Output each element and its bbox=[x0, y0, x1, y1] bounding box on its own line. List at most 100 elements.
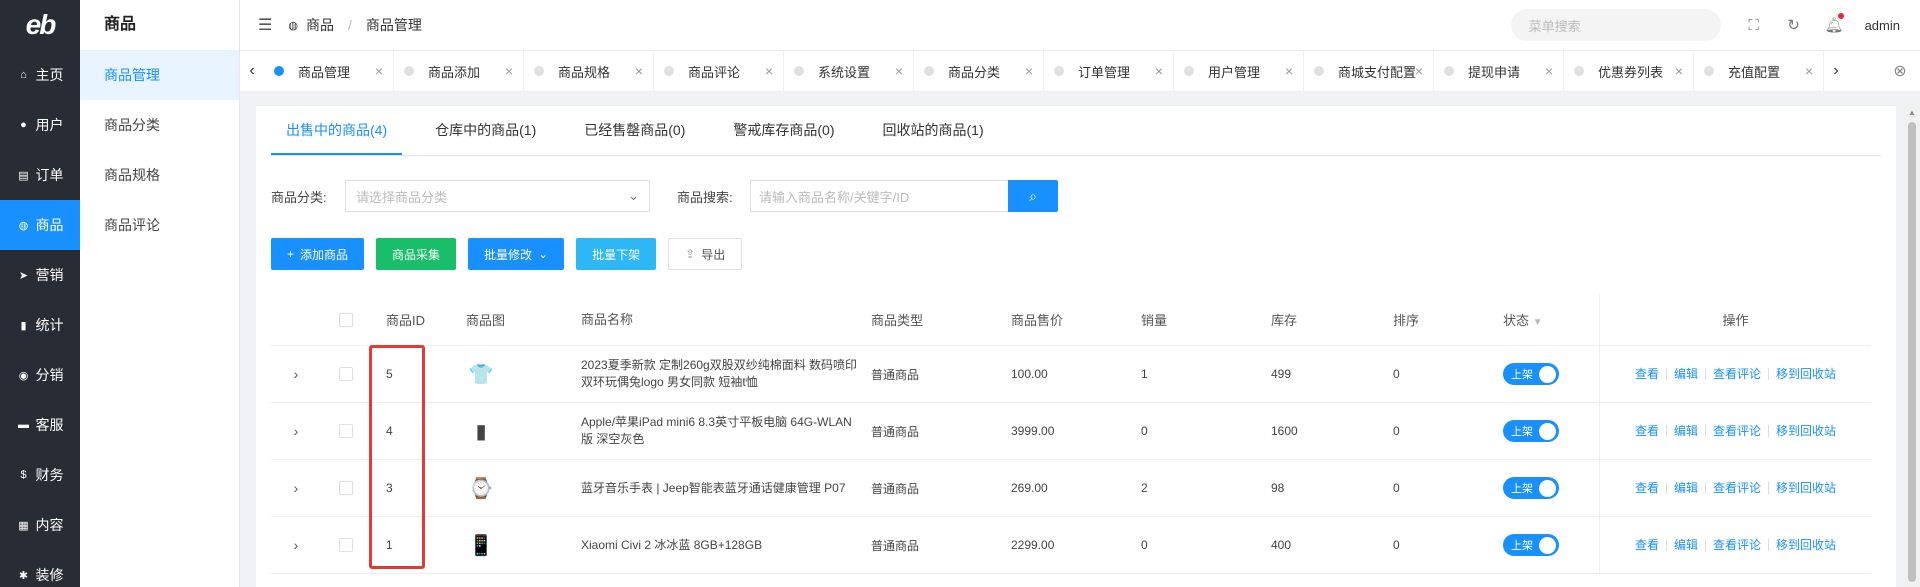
page-tab[interactable]: 用户管理 × bbox=[1174, 51, 1304, 91]
row-checkbox[interactable] bbox=[339, 367, 353, 381]
op-link[interactable]: 查看 bbox=[1628, 425, 1667, 437]
op-link[interactable]: 编辑 bbox=[1667, 425, 1706, 437]
sidebar-item-10[interactable]: ✱ 装修 bbox=[0, 550, 80, 587]
close-icon[interactable]: × bbox=[895, 63, 903, 79]
sidebar-item-0[interactable]: ⌂ 主页 bbox=[0, 50, 80, 100]
op-link[interactable]: 编辑 bbox=[1667, 539, 1706, 551]
row-checkbox[interactable] bbox=[339, 481, 353, 495]
product-thumbnail[interactable]: 📱 bbox=[466, 530, 496, 560]
op-link[interactable]: 移到回收站 bbox=[1769, 482, 1843, 494]
batch-edit-button[interactable]: 批量修改 ⌄ bbox=[468, 238, 565, 270]
product-search-input[interactable]: 请输入商品名称/关键字/ID bbox=[750, 180, 1008, 212]
close-icon[interactable]: × bbox=[1025, 63, 1033, 79]
sidebar-item-5[interactable]: ▮ 统计 bbox=[0, 300, 80, 350]
subnav-item-product-category[interactable]: 商品分类 bbox=[80, 100, 239, 150]
sidebar-item-7[interactable]: ▬ 客服 bbox=[0, 400, 80, 450]
search-button[interactable]: ⌕ bbox=[1008, 180, 1058, 212]
product-thumbnail[interactable]: ⌚ bbox=[466, 473, 496, 503]
close-all-tabs-icon[interactable]: ⊗ bbox=[1880, 51, 1920, 91]
expand-icon[interactable]: › bbox=[271, 537, 321, 553]
scroll-up-icon[interactable]: ▲ bbox=[1908, 108, 1916, 117]
sidebar-item-3[interactable]: ◍ 商品 bbox=[0, 200, 80, 250]
page-tab[interactable]: 商品规格 × bbox=[524, 51, 654, 91]
filter-icon[interactable]: ▼ bbox=[1533, 317, 1543, 328]
sidebar-item-8[interactable]: $ 财务 bbox=[0, 450, 80, 500]
fullscreen-icon[interactable]: ⛶ bbox=[1745, 17, 1763, 34]
status-toggle[interactable]: 上架 bbox=[1503, 477, 1559, 499]
op-link[interactable]: 移到回收站 bbox=[1769, 425, 1843, 437]
page-tab[interactable]: 商品评论 × bbox=[654, 51, 784, 91]
add-product-button[interactable]: + 添加商品 bbox=[271, 238, 365, 270]
sidebar-item-4[interactable]: ➤ 营销 bbox=[0, 250, 80, 300]
page-tab[interactable]: 商城支付配置 × bbox=[1304, 51, 1434, 91]
product-thumbnail[interactable]: ▮ bbox=[466, 416, 496, 446]
page-scrollbar[interactable]: ▲ bbox=[1904, 106, 1920, 587]
tabs-prev-icon[interactable]: ‹ bbox=[240, 62, 264, 80]
sidebar-item-9[interactable]: ▦ 内容 bbox=[0, 500, 80, 550]
tab-low-stock[interactable]: 警戒库存商品(0) bbox=[718, 119, 849, 155]
row-checkbox[interactable] bbox=[339, 424, 353, 438]
close-icon[interactable]: × bbox=[1285, 63, 1293, 79]
bell-icon[interactable]: 🔔︎ bbox=[1825, 13, 1844, 34]
export-button[interactable]: ⇪ 导出 bbox=[668, 238, 743, 270]
page-tab[interactable]: 商品管理 × bbox=[264, 51, 394, 91]
page-tab[interactable]: 商品添加 × bbox=[394, 51, 524, 91]
subnav-item-product-review[interactable]: 商品评论 bbox=[80, 200, 239, 250]
close-icon[interactable]: × bbox=[1545, 63, 1553, 79]
close-icon[interactable]: × bbox=[1805, 63, 1813, 79]
op-link[interactable]: 查看 bbox=[1628, 368, 1667, 380]
close-icon[interactable]: × bbox=[375, 63, 383, 79]
breadcrumb-item[interactable]: 商品 bbox=[306, 15, 334, 35]
status-toggle[interactable]: 上架 bbox=[1503, 420, 1559, 442]
tab-warehouse[interactable]: 仓库中的商品(1) bbox=[420, 119, 551, 155]
expand-icon[interactable]: › bbox=[271, 423, 321, 439]
collect-product-button[interactable]: 商品采集 bbox=[376, 238, 457, 270]
cell-type: 普通商品 bbox=[871, 367, 920, 382]
subnav-item-product-spec[interactable]: 商品规格 bbox=[80, 150, 239, 200]
status-toggle[interactable]: 上架 bbox=[1503, 363, 1559, 385]
page-tab[interactable]: 提现申请 × bbox=[1434, 51, 1564, 91]
tab-on-sale[interactable]: 出售中的商品(4) bbox=[271, 119, 403, 155]
menu-fold-icon[interactable]: ☰ bbox=[258, 15, 272, 35]
close-icon[interactable]: × bbox=[1675, 63, 1683, 79]
page-tab[interactable]: 充值配置 × bbox=[1694, 51, 1824, 91]
expand-icon[interactable]: › bbox=[271, 480, 321, 496]
user-menu[interactable]: admin bbox=[1865, 18, 1900, 33]
page-tab[interactable]: 系统设置 × bbox=[784, 51, 914, 91]
page-tab[interactable]: 商品分类 × bbox=[914, 51, 1044, 91]
op-link[interactable]: 查看 bbox=[1628, 482, 1667, 494]
op-link[interactable]: 编辑 bbox=[1667, 482, 1706, 494]
page-tab[interactable]: 优惠券列表 × bbox=[1564, 51, 1694, 91]
category-select[interactable]: 请选择商品分类 ⌄ bbox=[345, 180, 650, 212]
tab-sold-out[interactable]: 已经售罄商品(0) bbox=[569, 119, 700, 155]
sidebar-item-6[interactable]: ◉ 分销 bbox=[0, 350, 80, 400]
subnav-item-product-manage[interactable]: 商品管理 bbox=[80, 50, 239, 100]
page-tab[interactable]: 订单管理 × bbox=[1044, 51, 1174, 91]
op-link[interactable]: 移到回收站 bbox=[1769, 539, 1843, 551]
select-all-checkbox[interactable] bbox=[339, 312, 353, 327]
op-link[interactable]: 移到回收站 bbox=[1769, 368, 1843, 380]
sidebar-item-2[interactable]: ▤ 订单 bbox=[0, 150, 80, 200]
op-link[interactable]: 查看评论 bbox=[1706, 539, 1770, 551]
close-icon[interactable]: × bbox=[505, 63, 513, 79]
batch-off-shelf-button[interactable]: 批量下架 bbox=[576, 238, 657, 270]
tabs-next-icon[interactable]: › bbox=[1824, 62, 1848, 80]
menu-search-input[interactable]: 菜单搜索 bbox=[1510, 9, 1721, 41]
op-link[interactable]: 编辑 bbox=[1667, 368, 1706, 380]
close-icon[interactable]: × bbox=[1155, 63, 1163, 79]
status-toggle[interactable]: 上架 bbox=[1503, 534, 1559, 556]
sidebar-item-1[interactable]: ● 用户 bbox=[0, 100, 80, 150]
close-icon[interactable]: × bbox=[635, 63, 643, 79]
scrollbar-thumb[interactable] bbox=[1908, 122, 1916, 582]
product-thumbnail[interactable]: 👕 bbox=[466, 359, 496, 389]
row-checkbox[interactable] bbox=[339, 538, 353, 552]
op-link[interactable]: 查看评论 bbox=[1706, 482, 1770, 494]
expand-icon[interactable]: › bbox=[271, 366, 321, 382]
op-link[interactable]: 查看评论 bbox=[1706, 425, 1770, 437]
close-icon[interactable]: × bbox=[1415, 63, 1423, 79]
close-icon[interactable]: × bbox=[765, 63, 773, 79]
refresh-icon[interactable]: ↻ bbox=[1785, 16, 1803, 34]
op-link[interactable]: 查看 bbox=[1628, 539, 1667, 551]
op-link[interactable]: 查看评论 bbox=[1706, 368, 1770, 380]
tab-recycle-bin[interactable]: 回收站的商品(1) bbox=[868, 119, 999, 155]
